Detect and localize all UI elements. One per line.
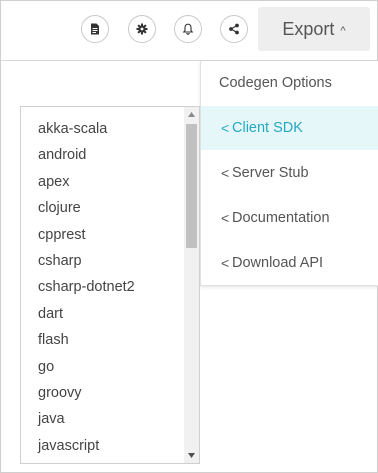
bell-icon[interactable] — [174, 15, 202, 43]
menu-item-download-api[interactable]: < Download API — [201, 241, 378, 285]
scroll-down-arrow-icon[interactable] — [184, 448, 199, 463]
export-label: Export — [282, 18, 335, 39]
list-item[interactable]: csharp — [38, 248, 82, 274]
menu-item-label: Download API — [232, 255, 324, 271]
scrollbar-thumb[interactable] — [186, 124, 197, 248]
chevron-up-icon: ^ — [340, 24, 346, 37]
export-dropdown-menu: Codegen Options < Client SDK < Server St… — [200, 61, 378, 286]
menu-item-client-sdk[interactable]: < Client SDK — [201, 106, 378, 150]
chevron-left-icon: < — [221, 255, 230, 271]
list-item[interactable]: flash — [38, 327, 69, 353]
list-scrollbar[interactable] — [184, 107, 199, 463]
chevron-left-icon: < — [221, 210, 230, 226]
chevron-left-icon: < — [221, 165, 230, 181]
gear-icon[interactable] — [128, 15, 156, 43]
list-item[interactable]: cpprest — [38, 222, 86, 248]
menu-header-codegen-options: Codegen Options — [201, 61, 378, 105]
list-item[interactable]: javascript — [38, 433, 99, 459]
menu-item-label: Server Stub — [232, 165, 309, 181]
list-item[interactable]: android — [38, 142, 86, 168]
list-item[interactable]: java — [38, 406, 65, 432]
share-icon[interactable] — [220, 15, 248, 43]
export-button[interactable]: Export ^ — [258, 7, 370, 51]
menu-item-label: Client SDK — [232, 120, 303, 136]
menu-item-label: Documentation — [232, 210, 330, 226]
list-item[interactable]: groovy — [38, 380, 82, 406]
menu-item-server-stub[interactable]: < Server Stub — [201, 151, 378, 195]
file-icon[interactable] — [81, 15, 109, 43]
list-item[interactable]: apex — [38, 169, 69, 195]
list-item[interactable]: dart — [38, 301, 63, 327]
list-item[interactable]: csharp-dotnet2 — [38, 274, 135, 300]
list-item[interactable]: go — [38, 354, 54, 380]
client-sdk-list[interactable]: akka-scala android apex clojure cpprest … — [20, 106, 200, 464]
toolbar: Export ^ — [1, 1, 377, 61]
list-item[interactable]: akka-scala — [38, 116, 107, 142]
scroll-up-arrow-icon[interactable] — [184, 107, 199, 122]
menu-item-documentation[interactable]: < Documentation — [201, 196, 378, 240]
list-item[interactable]: clojure — [38, 195, 81, 221]
chevron-left-icon: < — [221, 120, 230, 136]
menu-header-label: Codegen Options — [219, 75, 332, 91]
